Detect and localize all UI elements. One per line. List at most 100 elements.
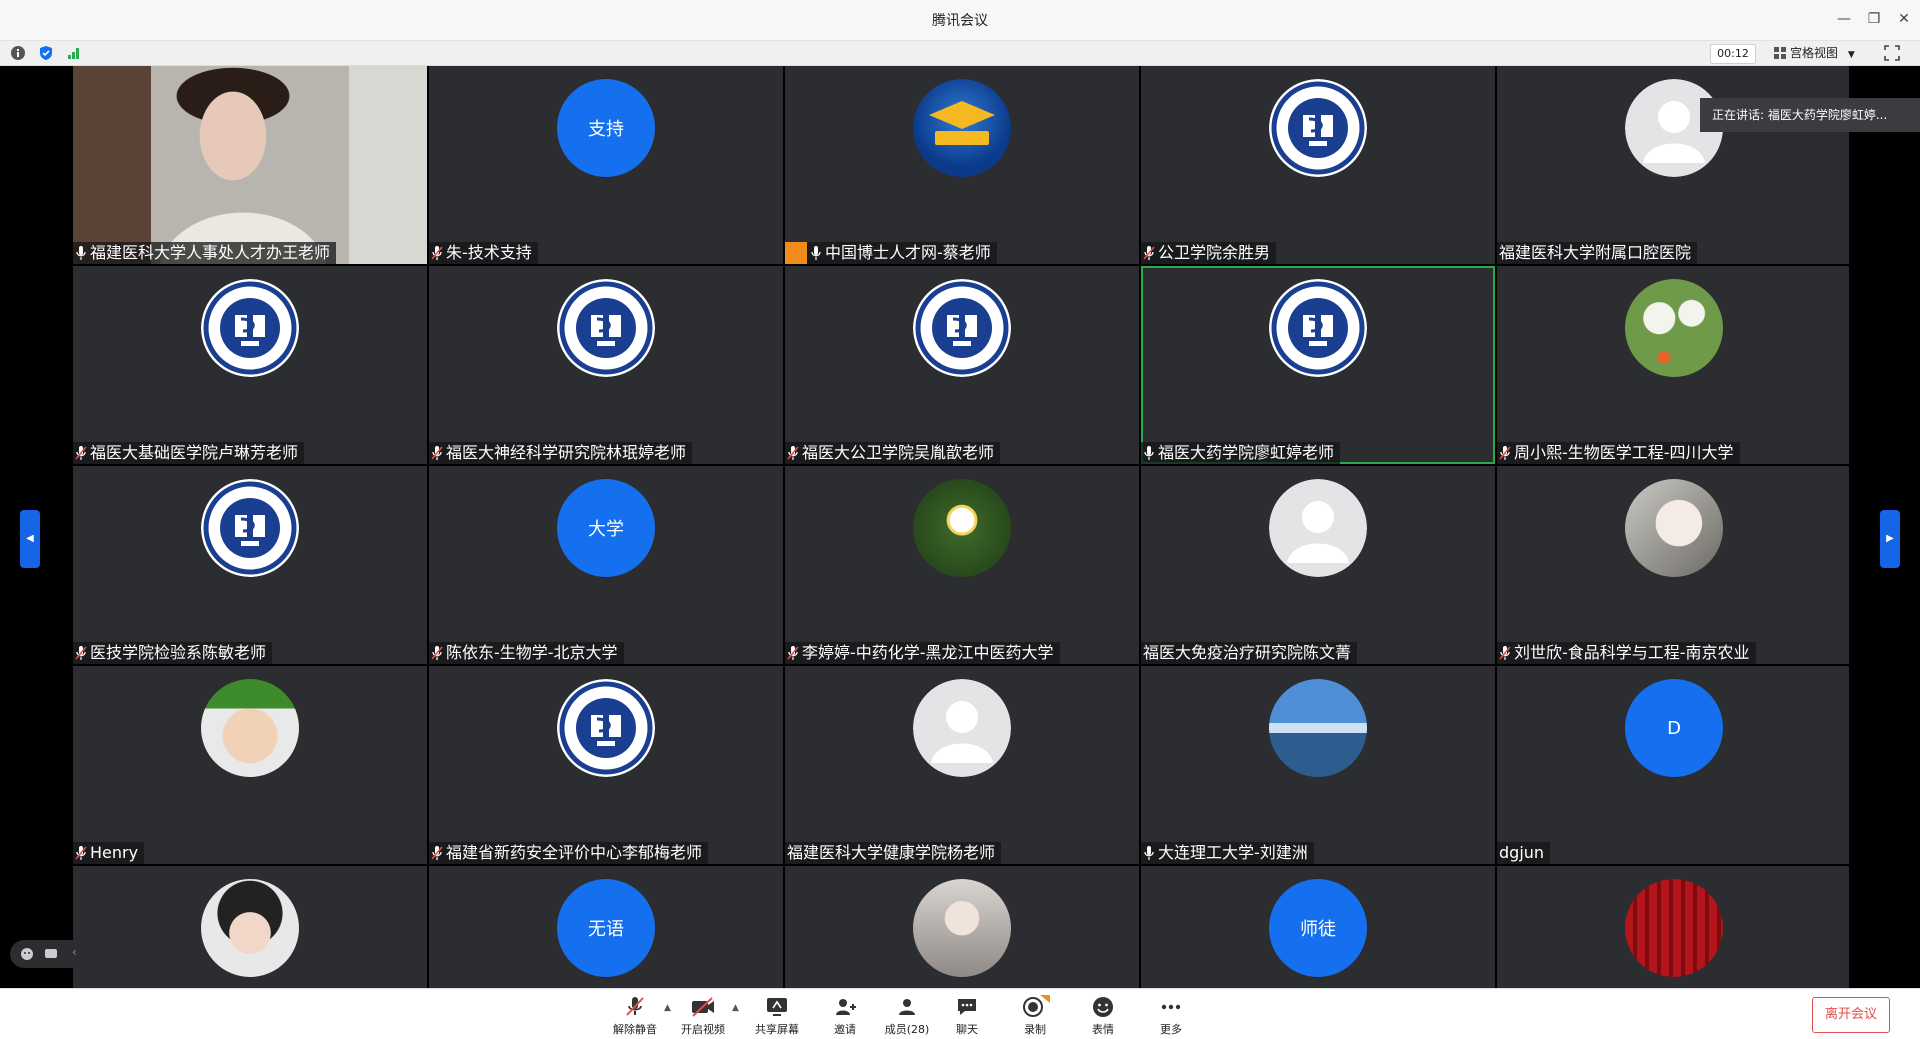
participant-tile[interactable]: 中国博士人才网-蔡老师 (785, 66, 1139, 264)
participant-tile[interactable]: 福医大公卫学院吴胤歆老师 (785, 266, 1139, 464)
smiley-icon (1093, 997, 1113, 1017)
chat-button[interactable]: 聊天 (932, 993, 1002, 1037)
chevron-left-icon: ◀ (26, 533, 34, 544)
floating-mini-controls[interactable]: ‹ (10, 940, 94, 968)
emoji-icon[interactable] (20, 947, 34, 961)
close-icon[interactable]: ✕ (1892, 8, 1916, 30)
participant-tile[interactable]: 福建省新药安全评价中心李郁梅老师 (429, 666, 783, 864)
participant-name-label: 福建省新药安全评价中心李郁梅老师 (429, 842, 709, 864)
minimize-icon[interactable]: — (1832, 8, 1856, 30)
participant-tile[interactable]: 福医大基础医学院卢琳芳老师 (73, 266, 427, 464)
participant-tile[interactable]: 福医大药学院廖虹婷老师 (1141, 266, 1495, 464)
title-bar: 腾讯会议 — ❐ ✕ (0, 0, 1920, 41)
university-logo-avatar (201, 479, 299, 577)
text-avatar: 师徒 (1269, 879, 1367, 977)
more-button[interactable]: 更多 (1136, 993, 1206, 1037)
restore-icon[interactable]: ❐ (1862, 8, 1886, 30)
participant-tile[interactable]: 福建医科大学人事处人才办王老师 (73, 66, 427, 264)
participant-tile[interactable]: 李婷婷-中药化学-黑龙江中医药大学 (785, 466, 1139, 664)
participant-tile[interactable]: Henry (73, 666, 427, 864)
view-mode-dropdown[interactable]: 宫格视图 ▼ (1774, 43, 1870, 63)
photo-avatar (201, 879, 299, 977)
participant-tile[interactable]: 刘世欣-食品科学与工程-南京农业 (1497, 466, 1849, 664)
participant-tile[interactable]: 师徒 (1141, 866, 1495, 988)
participant-name-label: 福医大药学院廖虹婷老师 (1141, 442, 1341, 464)
reactions-button[interactable]: 表情 (1068, 993, 1138, 1037)
university-logo-avatar (1269, 79, 1367, 177)
participant-name-label: 周小熙-生物医学工程-四川大学 (1497, 442, 1740, 464)
participant-tile[interactable] (73, 866, 427, 988)
text-avatar: 支持 (557, 79, 655, 177)
participant-tile[interactable]: Ddgjun (1497, 666, 1849, 864)
participant-tile[interactable]: 大学 陈依东-生物学-北京大学 (429, 466, 783, 664)
photo-avatar (1269, 679, 1367, 777)
participant-name-label: 医技学院检验系陈敏老师 (73, 642, 273, 664)
participant-name-label: 福建医科大学附属口腔医院 (1497, 242, 1698, 264)
university-logo-avatar (557, 679, 655, 777)
mic-muted-icon (1499, 646, 1511, 660)
participant-tile[interactable]: 大连理工大学-刘建洲 (1141, 666, 1495, 864)
chat-bubble-icon[interactable] (44, 947, 58, 961)
participant-name: 公卫学院余胜男 (1158, 243, 1271, 262)
participant-name-label: 中国博士人才网-蔡老师 (785, 242, 997, 264)
mic-icon (1144, 446, 1154, 460)
default-user-avatar (913, 679, 1011, 777)
participant-tile[interactable]: 福建医科大学附属口腔医院 (1497, 66, 1849, 264)
record-button[interactable]: 录制 (1000, 993, 1070, 1037)
invite-button[interactable]: 邀请 (810, 993, 880, 1037)
participant-name: 中国博士人才网-蔡老师 (825, 243, 991, 262)
next-page-button[interactable]: ▶ (1880, 510, 1900, 568)
mic-muted-icon (1499, 446, 1511, 460)
participant-name: Henry (90, 843, 139, 862)
record-icon (1023, 995, 1050, 1017)
mic-muted-icon (431, 646, 443, 660)
record-label: 录制 (1024, 1023, 1046, 1036)
participant-tile[interactable]: 支持朱-技术支持 (429, 66, 783, 264)
network-signal-icon[interactable] (66, 45, 82, 61)
photo-avatar (1625, 479, 1723, 577)
photo-avatar (201, 679, 299, 777)
mic-icon (1144, 846, 1154, 860)
university-logo-avatar (913, 279, 1011, 377)
participant-tile[interactable] (785, 866, 1139, 988)
security-shield-icon[interactable] (38, 45, 54, 61)
photo-avatar (1625, 879, 1723, 977)
participant-name: 福建医科大学附属口腔医院 (1499, 243, 1692, 262)
participant-tile[interactable]: 福医大免疫治疗研究院陈文菁 (1141, 466, 1495, 664)
chat-label: 聊天 (956, 1023, 978, 1036)
mic-muted-icon (431, 246, 443, 260)
window-title: 腾讯会议 (932, 13, 988, 29)
participant-tile[interactable] (1497, 866, 1849, 988)
participant-tile[interactable]: 福建医科大学健康学院杨老师 (785, 666, 1139, 864)
text-avatar: D (1625, 679, 1723, 777)
chevron-left-icon[interactable]: ‹ (72, 945, 77, 959)
participant-tile[interactable]: 福医大神经科学研究院林珉婷老师 (429, 266, 783, 464)
participant-tile[interactable]: 无语 (429, 866, 783, 988)
fullscreen-icon[interactable] (1884, 45, 1900, 61)
participant-tile[interactable]: 医技学院检验系陈敏老师 (73, 466, 427, 664)
mic-muted-icon (431, 446, 443, 460)
photo-avatar (913, 479, 1011, 577)
participant-video (73, 66, 427, 264)
participant-name-label: 朱-技术支持 (429, 242, 538, 264)
photo-avatar (913, 879, 1011, 977)
mic-muted-icon (75, 646, 87, 660)
participant-name-label: 陈依东-生物学-北京大学 (429, 642, 624, 664)
share-screen-label: 共享屏幕 (755, 1023, 799, 1036)
text-avatar: 无语 (557, 879, 655, 977)
more-dots-icon (1161, 1004, 1181, 1010)
video-options-caret-icon[interactable]: ▲ (732, 1003, 739, 1013)
unmute-button[interactable]: 解除静音 (600, 993, 670, 1037)
share-screen-button[interactable]: 共享屏幕 (742, 993, 812, 1037)
prev-page-button[interactable]: ◀ (20, 510, 40, 568)
participant-name-label: dgjun (1497, 842, 1551, 864)
leave-meeting-button[interactable]: 离开会议 (1812, 997, 1890, 1033)
info-icon[interactable] (10, 45, 26, 61)
start-video-button[interactable]: 开启视频 (668, 993, 738, 1037)
chevron-down-icon: ▼ (1847, 50, 1855, 60)
mic-muted-icon (787, 646, 799, 660)
participant-tile[interactable]: 公卫学院余胜男 (1141, 66, 1495, 264)
participant-tile[interactable]: 周小熙-生物医学工程-四川大学 (1497, 266, 1849, 464)
info-bar: 00:12 宫格视图 ▼ (0, 41, 1920, 66)
participant-name: 福建医科大学人事处人才办王老师 (90, 243, 331, 262)
